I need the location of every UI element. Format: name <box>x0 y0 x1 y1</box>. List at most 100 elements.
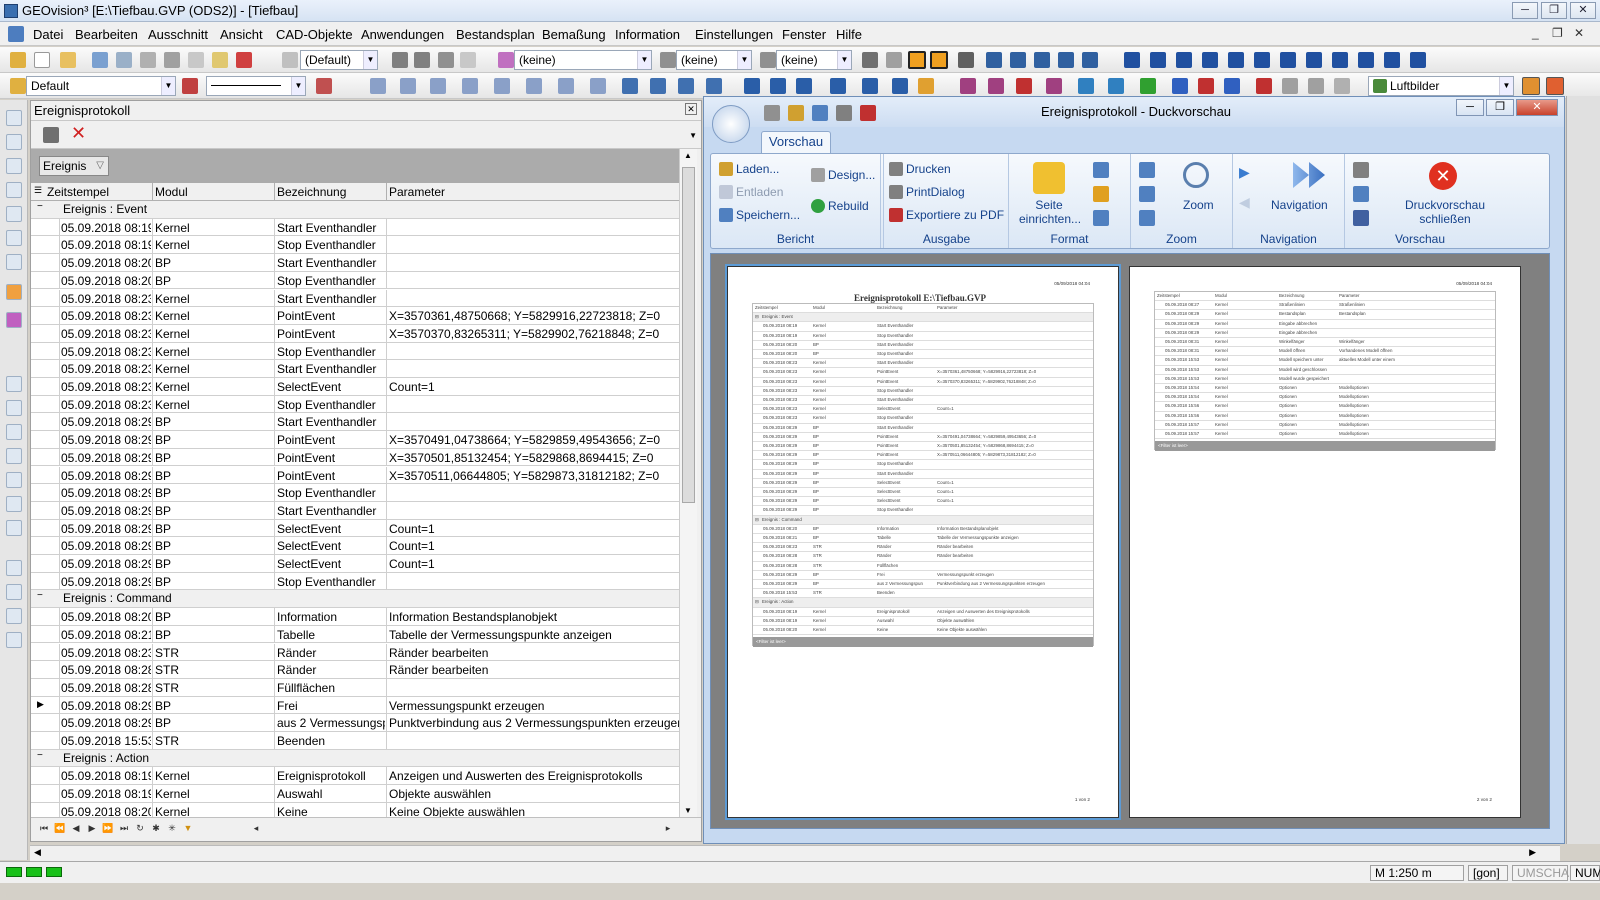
two-page-icon[interactable] <box>1139 186 1155 202</box>
chevron-down-icon[interactable]: ▼ <box>837 51 851 69</box>
image-insert-icon[interactable] <box>862 78 878 94</box>
table-row[interactable]: 05.09.2018 08:29 BP Start Eventhandler <box>31 501 679 520</box>
table-row[interactable]: 05.09.2018 08:23 Kernel Stop Eventhandler <box>31 395 679 414</box>
list-icon[interactable] <box>1410 52 1426 68</box>
print-icon[interactable] <box>43 127 59 143</box>
menu-datei[interactable]: Datei <box>33 27 63 42</box>
qat-print-icon[interactable] <box>836 105 852 121</box>
table-row[interactable]: 05.09.2018 08:23 Kernel PointEvent X=357036… <box>31 307 679 325</box>
table-row[interactable]: 05.09.2018 08:29 BP PointEvent X=3570491,04… <box>31 431 679 449</box>
network-icon[interactable] <box>1046 78 1062 94</box>
info-icon-3[interactable] <box>1176 52 1192 68</box>
chevron-down-icon[interactable]: ▼ <box>363 51 377 69</box>
table-row[interactable]: 05.09.2018 08:20 BP Start Eventhandler <box>31 254 679 272</box>
table-row[interactable]: 05.09.2018 08:28 STR Füllflächen <box>31 678 679 697</box>
info-icon-7[interactable] <box>1280 52 1296 68</box>
menu-einstellungen[interactable]: Einstellungen <box>695 27 773 42</box>
tool-icon-9[interactable] <box>6 312 22 328</box>
qat-save-icon[interactable] <box>812 105 828 121</box>
rebuild-button[interactable]: Rebuild <box>811 199 869 213</box>
col-header-modul[interactable]: Modul <box>155 185 188 199</box>
status-scale[interactable]: M 1:250 m <box>1370 865 1464 881</box>
menu-cad-objekte[interactable]: CAD-Objekte <box>276 27 353 42</box>
navigation-button[interactable]: Navigation <box>1271 198 1328 212</box>
tool-icon-5[interactable] <box>6 206 22 222</box>
table-row[interactable]: 05.09.2018 08:23 Kernel Stop Eventhandler <box>31 342 679 361</box>
tool-icon-13[interactable] <box>6 448 22 464</box>
table-row[interactable]: 05.09.2018 08:29 BP Start Eventhandler <box>31 413 679 432</box>
qat-open-icon[interactable] <box>788 105 804 121</box>
menu-information[interactable]: Information <box>615 27 680 42</box>
tool-icon-4[interactable] <box>6 182 22 198</box>
style-edit-icon[interactable] <box>182 78 198 94</box>
main-horizontal-scrollbar[interactable]: ◀ ▶ <box>30 845 1560 861</box>
pdf-icon[interactable] <box>236 52 252 68</box>
delete-icon[interactable] <box>1256 78 1272 94</box>
tool-icon-18[interactable] <box>6 584 22 600</box>
menu-hilfe[interactable]: Hilfe <box>836 27 862 42</box>
tool-icon-10[interactable] <box>6 376 22 392</box>
info-icon-6[interactable] <box>1254 52 1270 68</box>
multi-page-icon[interactable] <box>1139 210 1155 226</box>
eventlog-vertical-scrollbar[interactable]: ▲ ▼ <box>679 149 697 817</box>
group-row[interactable]: − Ereignis : Command <box>31 590 679 609</box>
annotate-icon[interactable] <box>1016 78 1032 94</box>
col-header-zeitstempel[interactable]: Zeitstempel <box>47 185 109 199</box>
table-row[interactable]: 05.09.2018 08:20 BP Stop Eventhandler <box>31 271 679 290</box>
format-icon-2[interactable] <box>1093 186 1109 202</box>
table-row[interactable]: 05.09.2018 08:20 BP Information Information… <box>31 608 679 626</box>
delete-icon[interactable]: ✕ <box>71 123 86 144</box>
table-row[interactable]: 05.09.2018 08:23 Kernel Start Eventhandler <box>31 289 679 308</box>
open-folder-icon[interactable] <box>60 52 76 68</box>
menu-ausschnitt[interactable]: Ausschnitt <box>148 27 208 42</box>
nav-refresh-icon[interactable]: ↻ <box>133 821 147 835</box>
info-icon-5[interactable] <box>1228 52 1244 68</box>
draw-point-icon[interactable] <box>370 78 386 94</box>
luftbilder-combo[interactable]: Luftbilder ▼ <box>1368 76 1514 96</box>
table-row[interactable]: 05.09.2018 08:21 BP Tabelle Tabelle der Ver… <box>31 625 679 644</box>
table-insert-icon[interactable] <box>830 78 846 94</box>
collapse-icon[interactable]: − <box>37 591 47 602</box>
dimension-icon[interactable] <box>770 78 786 94</box>
style-combo[interactable]: Default ▼ <box>26 76 176 96</box>
single-page-icon[interactable] <box>1139 162 1155 178</box>
table-row[interactable]: 05.09.2018 08:29 BP PointEvent X=3570501,85… <box>31 448 679 467</box>
pan-icon[interactable] <box>1034 52 1050 68</box>
table-icon[interactable] <box>1384 52 1400 68</box>
tool-icon-15[interactable] <box>6 496 22 512</box>
eventlog-close-icon[interactable]: ✕ <box>685 103 697 115</box>
table-row[interactable]: 05.09.2018 08:23 Kernel Start Eventhandler <box>31 360 679 378</box>
menu-ansicht[interactable]: Ansicht <box>220 27 263 42</box>
column-chooser-icon[interactable]: ☰ <box>34 185 42 196</box>
hscroll-right-icon[interactable]: ▸ <box>661 821 675 835</box>
print-preview-icon[interactable] <box>164 52 180 68</box>
table-row[interactable]: 05.09.2018 08:28 STR Ränder Ränder bearbeit… <box>31 661 679 679</box>
close-button[interactable]: ✕ <box>1570 2 1596 19</box>
menu-bemassung[interactable]: Bemaßung <box>542 27 606 42</box>
nav-prev-page-icon[interactable]: ⏪ <box>53 821 67 835</box>
status-gon[interactable]: [gon] <box>1468 865 1508 881</box>
undo-icon[interactable] <box>1282 78 1298 94</box>
tool-icon-17[interactable] <box>6 560 22 576</box>
aerial-settings-icon[interactable] <box>1546 77 1564 95</box>
measure-icon[interactable] <box>958 52 974 68</box>
chevron-down-icon[interactable]: ▼ <box>291 77 305 95</box>
info-icon-1[interactable] <box>1124 52 1140 68</box>
table-row[interactable]: 05.09.2018 08:29 BP aus 2 Vermessungspun Pu… <box>31 714 679 732</box>
draw-ellipse-icon[interactable] <box>558 78 574 94</box>
redraw-icon[interactable] <box>1058 52 1074 68</box>
table-row[interactable]: 05.09.2018 08:29 BP SelectEvent Count=1 <box>31 537 679 555</box>
symbol-icon-2[interactable] <box>988 78 1004 94</box>
format-icon-1[interactable] <box>1093 162 1109 178</box>
draw-circle-icon[interactable] <box>494 78 510 94</box>
ungroup-icon[interactable] <box>414 52 430 68</box>
nav-first-icon[interactable]: ⏮ <box>37 821 51 835</box>
menu-anwendungen[interactable]: Anwendungen <box>361 27 444 42</box>
frame-active-icon-2[interactable] <box>930 51 948 69</box>
seite-einrichten-button[interactable]: Seite einrichten... <box>1019 198 1081 226</box>
pen-combo-3[interactable]: (keine) ▼ <box>776 50 852 70</box>
rotate-icon[interactable] <box>650 78 666 94</box>
hscroll-left-icon[interactable]: ◂ <box>249 821 263 835</box>
settings-icon[interactable] <box>1334 78 1350 94</box>
paste-icon[interactable] <box>212 52 228 68</box>
